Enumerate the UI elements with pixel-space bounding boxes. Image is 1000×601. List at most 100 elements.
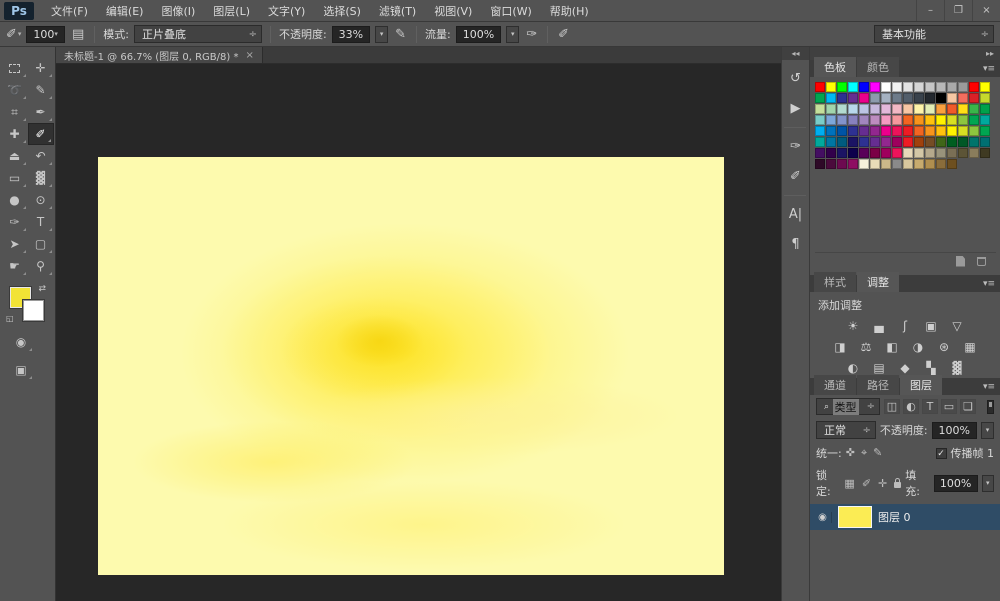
color-swatch[interactable] [936, 82, 946, 92]
levels-icon[interactable]: ▄ [871, 318, 888, 333]
menu-item-1[interactable]: 编辑(E) [97, 0, 153, 21]
layer-opacity-value[interactable]: 100% [931, 421, 977, 439]
color-swatch[interactable] [903, 104, 913, 114]
threshold-icon[interactable]: ◆ [897, 360, 914, 375]
close-button[interactable]: × [972, 0, 1000, 21]
filter-type-select[interactable]: ⌕ 类型 ÷ [816, 398, 880, 415]
color-swatch[interactable] [980, 93, 990, 103]
quick-mask-button[interactable]: ◉ [8, 331, 34, 353]
color-swatch[interactable] [881, 148, 891, 158]
pressure-size-icon[interactable]: ✐ [556, 27, 571, 42]
color-swatch[interactable] [870, 104, 880, 114]
color-swatch[interactable] [892, 126, 902, 136]
fill-dropdown[interactable]: ▾ [981, 474, 994, 492]
color-swatch[interactable] [881, 82, 891, 92]
brush-tool[interactable]: ✐ [27, 123, 54, 145]
color-swatch[interactable] [903, 159, 913, 169]
black-white-icon[interactable]: ◧ [884, 339, 901, 354]
filter-adjustment-layers-icon[interactable]: ◐ [903, 399, 919, 414]
color-swatch[interactable] [914, 159, 924, 169]
color-swatch[interactable] [925, 93, 935, 103]
pen-tool[interactable]: ✑ [2, 211, 28, 233]
color-swatch[interactable] [848, 115, 858, 125]
color-swatch[interactable] [837, 104, 847, 114]
color-swatch[interactable] [947, 82, 957, 92]
rectangular-marquee-tool[interactable] [2, 57, 28, 79]
tab-swatches-0[interactable]: 颜色 [857, 57, 899, 77]
expand-panels-icon[interactable]: ◂◂ [782, 47, 809, 60]
tab-layers-1[interactable]: 通道 [814, 375, 856, 395]
color-swatch[interactable] [881, 126, 891, 136]
flow-value[interactable]: 100% [455, 25, 502, 43]
color-swatch[interactable] [870, 93, 880, 103]
menu-item-6[interactable]: 滤镜(T) [370, 0, 425, 21]
color-swatch[interactable] [980, 137, 990, 147]
color-swatch[interactable] [837, 159, 847, 169]
tab-swatches-1[interactable]: 色板 [814, 57, 856, 77]
menu-item-5[interactable]: 选择(S) [314, 0, 370, 21]
invert-icon[interactable]: ◐ [845, 360, 862, 375]
brightness-contrast-icon[interactable]: ☀ [845, 318, 862, 333]
tab-layers-0[interactable]: 图层 [900, 375, 942, 395]
color-swatch[interactable] [925, 148, 935, 158]
color-swatch[interactable] [903, 137, 913, 147]
menu-item-3[interactable]: 图层(L) [204, 0, 259, 21]
color-swatch[interactable] [936, 148, 946, 158]
color-swatch[interactable] [947, 104, 957, 114]
eraser-tool[interactable]: ▭ [2, 167, 28, 189]
color-swatch[interactable] [925, 82, 935, 92]
color-swatch[interactable] [870, 115, 880, 125]
blend-mode-select[interactable]: 正片叠底 ÷ [133, 25, 262, 43]
color-swatch[interactable] [936, 115, 946, 125]
dodge-tool[interactable]: ⊙ [28, 189, 54, 211]
color-balance-icon[interactable]: ⚖ [858, 339, 875, 354]
color-swatch[interactable] [947, 126, 957, 136]
layer-visibility-eye-icon[interactable]: ◉ [814, 511, 832, 523]
quick-selection-tool[interactable]: ✎ [28, 79, 54, 101]
color-swatch[interactable] [980, 104, 990, 114]
type-tool[interactable]: T [28, 211, 54, 233]
color-swatch[interactable] [903, 115, 913, 125]
color-swatch[interactable] [859, 159, 869, 169]
color-swatch[interactable] [826, 126, 836, 136]
hand-tool[interactable]: ☛ [2, 255, 28, 277]
color-swatch[interactable] [936, 93, 946, 103]
layer-row[interactable]: ◉ 图层 0 [810, 504, 1000, 530]
clone-stamp-tool[interactable]: ⏏ [2, 145, 28, 167]
layer-opacity-dropdown[interactable]: ▾ [981, 421, 994, 439]
color-swatch[interactable] [914, 82, 924, 92]
color-swatch[interactable] [936, 159, 946, 169]
color-swatch[interactable] [837, 93, 847, 103]
filter-toggle-switch[interactable] [987, 399, 994, 414]
color-lookup-icon[interactable]: ▦ [962, 339, 979, 354]
delete-swatch-icon[interactable] [977, 256, 986, 266]
background-color-swatch[interactable] [22, 299, 45, 322]
brush-panel-icon[interactable]: ✐ [784, 164, 808, 188]
new-swatch-icon[interactable] [956, 255, 965, 267]
rectangle-tool[interactable]: ▢ [28, 233, 54, 255]
character-panel-icon[interactable]: A| [784, 202, 808, 226]
color-swatch[interactable] [826, 82, 836, 92]
color-swatch[interactable] [958, 115, 968, 125]
color-swatch[interactable] [859, 115, 869, 125]
color-swatch[interactable] [914, 104, 924, 114]
flow-dropdown-button[interactable]: ▾ [506, 25, 520, 43]
color-swatch[interactable] [914, 115, 924, 125]
color-swatch[interactable] [936, 126, 946, 136]
selective-color-icon[interactable]: ▚ [923, 360, 940, 375]
color-swatch[interactable] [947, 93, 957, 103]
color-swatch[interactable] [903, 148, 913, 158]
filter-pixel-layers-icon[interactable]: ◫ [884, 399, 900, 414]
color-swatch[interactable] [815, 137, 825, 147]
lock-transparency-icon[interactable]: ▦ [844, 477, 854, 490]
color-swatch[interactable] [837, 148, 847, 158]
color-swatch[interactable] [892, 93, 902, 103]
history-brush-tool[interactable]: ↶ [28, 145, 54, 167]
color-swatch[interactable] [881, 159, 891, 169]
minimize-button[interactable]: – [916, 0, 944, 21]
color-swatch[interactable] [870, 137, 880, 147]
color-swatch[interactable] [837, 137, 847, 147]
menu-item-2[interactable]: 图像(I) [152, 0, 204, 21]
color-swatch[interactable] [892, 115, 902, 125]
color-swatch[interactable] [958, 104, 968, 114]
